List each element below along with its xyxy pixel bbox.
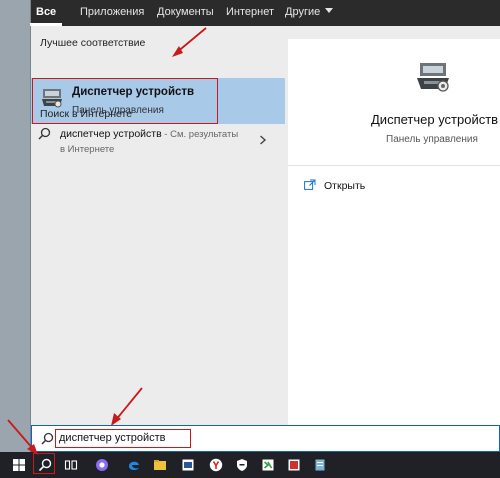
- app-red-button[interactable]: [281, 452, 307, 478]
- search-tabs-bar: Все Приложения Документы Интернет Другие: [29, 0, 500, 26]
- app-green-button[interactable]: [255, 452, 281, 478]
- web-search-query: диспетчер устройств: [60, 128, 162, 140]
- search-panel: Все Приложения Документы Интернет Другие…: [29, 0, 500, 452]
- file-explorer-button[interactable]: [147, 452, 173, 478]
- search-box[interactable]: диспетчер устройств: [31, 425, 500, 452]
- preview-pane: Диспетчер устройств Панель управления От…: [288, 39, 500, 426]
- web-search-hint-line2: в Интернете: [60, 144, 115, 155]
- search-icon: [41, 432, 54, 445]
- tab-documents[interactable]: Документы: [157, 0, 214, 26]
- divider: [288, 165, 500, 166]
- annotation-box-taskbar-search: [33, 453, 55, 474]
- preview-title: Диспетчер устройств: [371, 112, 499, 127]
- word-icon: [182, 459, 194, 471]
- device-manager-large-icon: [417, 63, 449, 92]
- open-label: Открыть: [324, 180, 366, 192]
- cortana-button[interactable]: [89, 452, 115, 478]
- taskbar: [0, 452, 500, 478]
- tab-all[interactable]: Все: [29, 0, 63, 26]
- edge-icon: [129, 461, 139, 471]
- shield-icon: [237, 459, 247, 471]
- tab-other-label: Другие: [285, 6, 321, 18]
- task-view-icon: [64, 460, 78, 470]
- search-icon: [38, 127, 51, 140]
- start-button[interactable]: [6, 452, 32, 478]
- preview-subtitle: Панель управления: [386, 134, 478, 145]
- security-button[interactable]: [229, 452, 255, 478]
- tab-internet[interactable]: Интернет: [226, 0, 274, 26]
- task-view-button[interactable]: [58, 452, 84, 478]
- notes-button[interactable]: [307, 452, 333, 478]
- web-search-text: диспетчер устройств - См. результаты в И…: [60, 127, 250, 157]
- web-search-result[interactable]: диспетчер устройств - См. результаты в И…: [31, 124, 285, 164]
- word-button[interactable]: [175, 452, 201, 478]
- notes-icon: [315, 459, 325, 471]
- best-match-header: Лучшее соответствие: [40, 37, 146, 49]
- chevron-down-icon: [325, 8, 334, 13]
- web-search-header: Поиск в Интернете: [40, 108, 133, 120]
- annotation-box-search-text: [55, 429, 191, 448]
- tab-apps[interactable]: Приложения: [80, 0, 144, 26]
- app-green-icon: [262, 459, 274, 471]
- web-search-hint: - См. результаты: [161, 129, 239, 140]
- tab-other[interactable]: Другие: [285, 0, 334, 26]
- open-icon: [304, 179, 316, 190]
- yandex-button[interactable]: [203, 452, 229, 478]
- windows-start-icon: [13, 459, 25, 471]
- chevron-right-icon[interactable]: [259, 135, 267, 145]
- cortana-icon: [96, 459, 108, 471]
- results-list: Лучшее соответствие Диспетчер устройств …: [31, 26, 285, 426]
- yandex-icon: [209, 458, 223, 472]
- edge-button[interactable]: [121, 452, 147, 478]
- file-explorer-icon: [154, 460, 166, 470]
- app-red-icon: [288, 459, 300, 471]
- desktop-background: [0, 0, 31, 452]
